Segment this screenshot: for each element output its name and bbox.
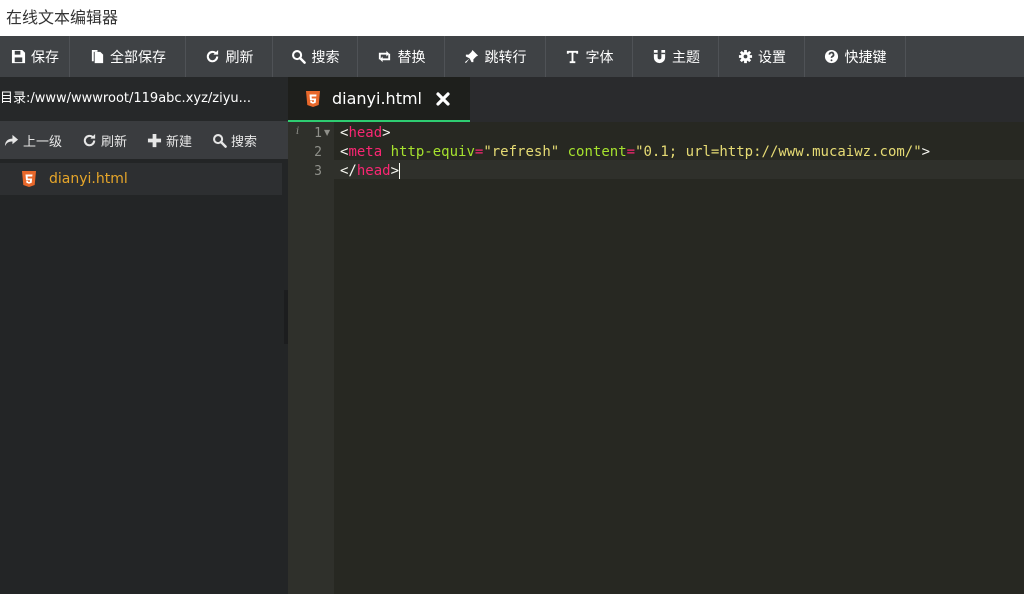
settings-label: 设置 [758, 49, 786, 66]
fold-arrow-icon[interactable]: ▼ [324, 128, 330, 137]
copy-icon [89, 49, 105, 65]
question-icon [824, 49, 840, 65]
replace-button[interactable]: 替换 [358, 36, 445, 77]
line-gutter: i ▼ 1 2 3 [288, 122, 334, 594]
goto-line-button[interactable]: 跳转行 [445, 36, 546, 77]
line-number: 1 [314, 126, 322, 141]
text-icon [565, 49, 581, 65]
line-number: 3 [314, 164, 322, 179]
replace-label: 替换 [397, 49, 426, 66]
directory-path: 目录:/www/wwwroot/119abc.xyz/ziyu... [0, 77, 288, 121]
gear-icon [737, 49, 753, 65]
toolbar: 保存 全部保存 刷新 搜索 替换 跳转行 字体 主题 设置 快捷键 [0, 36, 1024, 77]
settings-button[interactable]: 设置 [719, 36, 805, 77]
new-file-label: 新建 [166, 134, 193, 150]
search-label: 搜索 [311, 49, 340, 66]
title-bar: 在线文本编辑器 [0, 0, 1024, 36]
parent-dir-button[interactable]: 上一级 [4, 131, 62, 150]
sidebar-actions: 上一级 刷新 新建 搜索 [0, 121, 288, 159]
parent-dir-label: 上一级 [23, 134, 63, 150]
file-name: dianyi.html [49, 171, 128, 187]
file-sidebar: 目录:/www/wwwroot/119abc.xyz/ziyu... 上一级 刷… [0, 77, 288, 594]
save-all-button[interactable]: 全部保存 [70, 36, 186, 77]
tab-dianyi-html[interactable]: dianyi.html [288, 77, 470, 122]
code-line-3[interactable]: </head> [340, 162, 401, 181]
refresh-label: 刷新 [225, 49, 254, 66]
search-icon [291, 49, 307, 65]
code-line-2[interactable]: <meta http-equiv="refresh" content="0.1;… [340, 143, 930, 162]
theme-button[interactable]: 主题 [633, 36, 719, 77]
window-title: 在线文本编辑器 [6, 8, 119, 27]
shortcuts-button[interactable]: 快捷键 [805, 36, 906, 77]
shortcuts-label: 快捷键 [844, 49, 887, 66]
save-all-label: 全部保存 [110, 49, 166, 66]
sidebar-search-button[interactable]: 搜索 [212, 131, 257, 150]
tab-bar: dianyi.html [288, 77, 1024, 122]
search-button[interactable]: 搜索 [273, 36, 358, 77]
font-button[interactable]: 字体 [546, 36, 633, 77]
pin-icon [464, 49, 480, 65]
save-icon [10, 49, 26, 65]
html5-icon [22, 171, 36, 187]
file-item[interactable]: dianyi.html [0, 163, 282, 195]
goto-line-label: 跳转行 [484, 49, 527, 66]
code-line-1[interactable]: <head> [340, 124, 391, 143]
active-line-highlight [334, 160, 1024, 179]
tab-label: dianyi.html [332, 89, 422, 108]
code-editor: dianyi.html i ▼ 1 2 3 <head> <meta http-… [288, 77, 1024, 594]
sidebar-refresh-button[interactable]: 刷新 [82, 131, 127, 150]
theme-label: 主题 [672, 49, 700, 66]
plus-icon [147, 133, 162, 148]
code-area[interactable]: <head> <meta http-equiv="refresh" conten… [334, 122, 1024, 594]
save-label: 保存 [31, 49, 59, 66]
close-tab-icon[interactable] [434, 90, 452, 108]
refresh-icon [82, 133, 97, 148]
magnet-icon [651, 49, 667, 65]
refresh-button[interactable]: 刷新 [186, 36, 273, 77]
share-arrow-icon [4, 133, 19, 148]
text-cursor [399, 163, 401, 179]
line-number: 2 [314, 145, 322, 160]
search-icon [212, 133, 227, 148]
retweet-icon [377, 49, 393, 65]
new-file-button[interactable]: 新建 [147, 131, 192, 150]
refresh-icon [205, 49, 221, 65]
sidebar-search-label: 搜索 [231, 134, 258, 150]
html5-icon [306, 90, 320, 107]
font-label: 字体 [585, 49, 614, 66]
save-button[interactable]: 保存 [0, 36, 70, 77]
sidebar-refresh-label: 刷新 [101, 134, 128, 150]
